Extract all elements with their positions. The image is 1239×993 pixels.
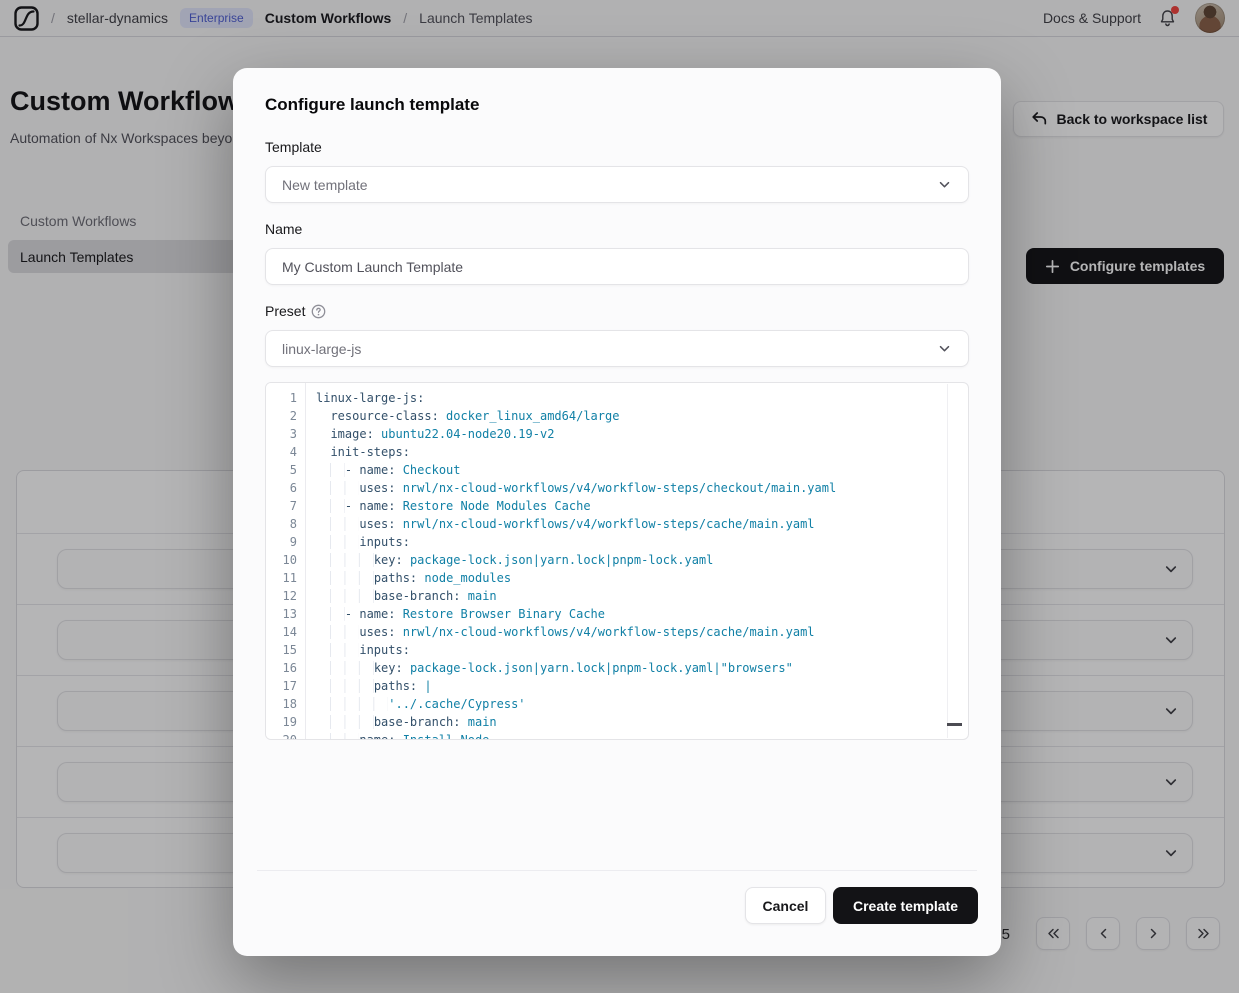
editor-scrollbar-thumb[interactable] <box>947 723 962 726</box>
preset-field-label: Preset <box>265 303 326 319</box>
code-line: 15 inputs: <box>266 641 968 659</box>
line-number: 16 <box>266 659 306 677</box>
line-number: 15 <box>266 641 306 659</box>
code-line: 16 key: package-lock.json|yarn.lock|pnpm… <box>266 659 968 677</box>
line-number: 18 <box>266 695 306 713</box>
template-field-label: Template <box>265 139 322 155</box>
app-screen: / stellar-dynamics Enterprise Custom Wor… <box>0 0 1239 993</box>
preset-label-text: Preset <box>265 303 305 319</box>
create-template-button[interactable]: Create template <box>833 887 978 924</box>
line-number: 14 <box>266 623 306 641</box>
code-line: 6 uses: nrwl/nx-cloud-workflows/v4/workf… <box>266 479 968 497</box>
code-line: 17 paths: | <box>266 677 968 695</box>
code-line: 10 key: package-lock.json|yarn.lock|pnpm… <box>266 551 968 569</box>
line-number: 10 <box>266 551 306 569</box>
chevron-down-icon <box>937 177 952 192</box>
line-number: 6 <box>266 479 306 497</box>
line-number: 3 <box>266 425 306 443</box>
name-input[interactable]: My Custom Launch Template <box>265 248 969 285</box>
code-line: 1linux-large-js: <box>266 389 968 407</box>
modal-title: Configure launch template <box>265 95 479 115</box>
yaml-code-editor[interactable]: 1linux-large-js:2 resource-class: docker… <box>265 382 969 740</box>
line-number: 8 <box>266 515 306 533</box>
line-number: 5 <box>266 461 306 479</box>
line-number: 2 <box>266 407 306 425</box>
line-number: 11 <box>266 569 306 587</box>
code-line: 12 base-branch: main <box>266 587 968 605</box>
code-line: 5 - name: Checkout <box>266 461 968 479</box>
code-line: 3 image: ubuntu22.04-node20.19-v2 <box>266 425 968 443</box>
line-number: 17 <box>266 677 306 695</box>
chevron-down-icon <box>937 341 952 356</box>
preset-select[interactable]: linux-large-js <box>265 330 969 367</box>
help-circle-icon[interactable] <box>311 304 326 319</box>
code-line: 13 - name: Restore Browser Binary Cache <box>266 605 968 623</box>
configure-launch-template-modal: Configure launch template Template New t… <box>233 68 1001 956</box>
code-line: 11 paths: node_modules <box>266 569 968 587</box>
preset-select-value: linux-large-js <box>282 341 361 357</box>
line-number: 4 <box>266 443 306 461</box>
line-number: 20 <box>266 731 306 740</box>
line-number: 7 <box>266 497 306 515</box>
code-line: 14 uses: nrwl/nx-cloud-workflows/v4/work… <box>266 623 968 641</box>
code-line: 18 '../.cache/Cypress' <box>266 695 968 713</box>
name-field-label: Name <box>265 221 302 237</box>
code-line: 2 resource-class: docker_linux_amd64/lar… <box>266 407 968 425</box>
line-number: 12 <box>266 587 306 605</box>
editor-scrollbar-track <box>947 384 948 738</box>
template-select[interactable]: New template <box>265 166 969 203</box>
name-input-value: My Custom Launch Template <box>282 259 463 275</box>
line-number: 13 <box>266 605 306 623</box>
code-line: 9 inputs: <box>266 533 968 551</box>
code-line: 20 name: Install Node <box>266 731 968 740</box>
code-line: 19 base-branch: main <box>266 713 968 731</box>
code-line: 7 - name: Restore Node Modules Cache <box>266 497 968 515</box>
code-line: 8 uses: nrwl/nx-cloud-workflows/v4/workf… <box>266 515 968 533</box>
footer-divider <box>257 870 977 871</box>
line-number: 1 <box>266 389 306 407</box>
line-number: 19 <box>266 713 306 731</box>
code-line: 4 init-steps: <box>266 443 968 461</box>
line-number: 9 <box>266 533 306 551</box>
template-select-value: New template <box>282 177 368 193</box>
cancel-button[interactable]: Cancel <box>745 887 826 924</box>
